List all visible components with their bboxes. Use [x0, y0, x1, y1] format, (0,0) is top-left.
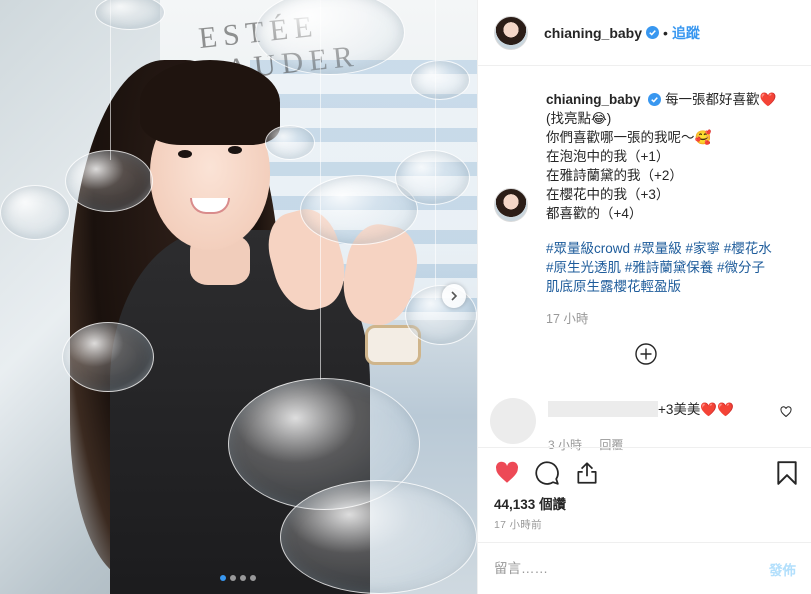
- caption-avatar[interactable]: [494, 188, 528, 222]
- avatar[interactable]: [494, 15, 528, 50]
- caption-text-line: 在櫻花中的我（+3）: [546, 187, 670, 202]
- verified-badge-icon: [648, 93, 662, 106]
- glass-bubble: [405, 285, 477, 345]
- glass-bubble: [395, 150, 470, 205]
- follow-button[interactable]: 追蹤: [672, 23, 700, 43]
- comment-item: +3美美❤️❤️ 3 小時 回覆: [490, 398, 800, 452]
- comment-text: +3美美❤️❤️: [658, 402, 735, 417]
- hashtag-line[interactable]: #眾量級crowd #眾量級 #家寧 #櫻花水: [546, 239, 776, 258]
- caption-first-line: chianing_baby 每一張都好喜歡❤️: [546, 90, 776, 109]
- caption-body: chianing_baby 每一張都好喜歡❤️ (找亮點😂) 你們喜歡哪一張的我…: [546, 90, 776, 329]
- likes-count[interactable]: 44,133 個讚: [494, 493, 566, 513]
- glass-bubble: [280, 480, 477, 594]
- carousel-dot: [240, 575, 246, 581]
- caption-text-line: (找亮點😂): [546, 111, 612, 126]
- caption-text-line: 每一張都好喜歡❤️: [665, 92, 777, 107]
- action-bar: [478, 447, 811, 497]
- caption-username[interactable]: chianing_baby: [546, 92, 641, 107]
- post-timestamp[interactable]: 17 小時前: [494, 517, 542, 532]
- chevron-right-icon: [451, 291, 458, 301]
- left-eye: [178, 150, 192, 158]
- comment-input[interactable]: [494, 561, 769, 576]
- carousel-indicator: [220, 575, 256, 581]
- hashtag-line[interactable]: #原生光透肌 #雅詩蘭黛保養 #微分子: [546, 258, 776, 277]
- carousel-dot: [220, 575, 226, 581]
- small-heart-icon[interactable]: [780, 406, 792, 418]
- header-username[interactable]: chianing_baby: [544, 25, 642, 41]
- commenter-name-redacted[interactable]: [548, 401, 658, 417]
- glass-bubble: [410, 60, 470, 100]
- glass-bubble: [62, 322, 154, 392]
- glass-bubble: [265, 125, 315, 160]
- verified-badge-icon: [646, 26, 660, 39]
- plus-circle-icon[interactable]: [634, 342, 658, 366]
- share-upload-icon[interactable]: [574, 460, 600, 486]
- post-header: chianing_baby • 追蹤: [478, 0, 811, 66]
- likes-number: 44,133: [494, 497, 536, 512]
- right-eye: [228, 146, 242, 154]
- bookmark-icon[interactable]: [774, 460, 800, 486]
- hashtag-line[interactable]: 肌底原生露櫻花輕盈版: [546, 277, 776, 296]
- caption-time[interactable]: 17 小時: [546, 310, 776, 329]
- caption-text-line: 你們喜歡哪一張的我呢～🥰: [546, 130, 712, 145]
- heart-filled-icon[interactable]: [494, 460, 520, 486]
- post-caption: chianing_baby 每一張都好喜歡❤️ (找亮點😂) 你們喜歡哪一張的我…: [494, 90, 804, 329]
- post-comment-button[interactable]: 發佈: [769, 559, 796, 579]
- glass-bubble: [65, 150, 153, 212]
- post-photo[interactable]: ESTÉE LAUDER: [0, 0, 477, 594]
- glass-bubble: [0, 185, 70, 240]
- add-comment-bar: 發佈: [478, 542, 811, 594]
- comment-body: +3美美❤️❤️ 3 小時 回覆: [548, 398, 734, 452]
- commenter-avatar[interactable]: [490, 398, 536, 444]
- carousel-dot: [230, 575, 236, 581]
- separator-dot: •: [663, 24, 668, 41]
- caption-text-line: 在雅詩蘭黛的我（+2）: [546, 168, 683, 183]
- post-details-panel: chianing_baby • 追蹤 chianing_baby 每一張都好喜歡…: [477, 0, 811, 594]
- next-photo-button[interactable]: [442, 284, 466, 308]
- caption-text-line: 都喜歡的（+4）: [546, 206, 643, 221]
- bangs: [140, 60, 280, 145]
- speech-bubble-icon[interactable]: [534, 460, 560, 486]
- likes-suffix: 個讚: [539, 497, 567, 512]
- caption-text-line: 在泡泡中的我（+1）: [546, 149, 670, 164]
- hashtags: #眾量級crowd #眾量級 #家寧 #櫻花水 #原生光透肌 #雅詩蘭黛保養 #…: [546, 239, 776, 296]
- comment-line: +3美美❤️❤️: [548, 398, 734, 418]
- glass-bubble: [95, 0, 165, 30]
- carousel-dot: [250, 575, 256, 581]
